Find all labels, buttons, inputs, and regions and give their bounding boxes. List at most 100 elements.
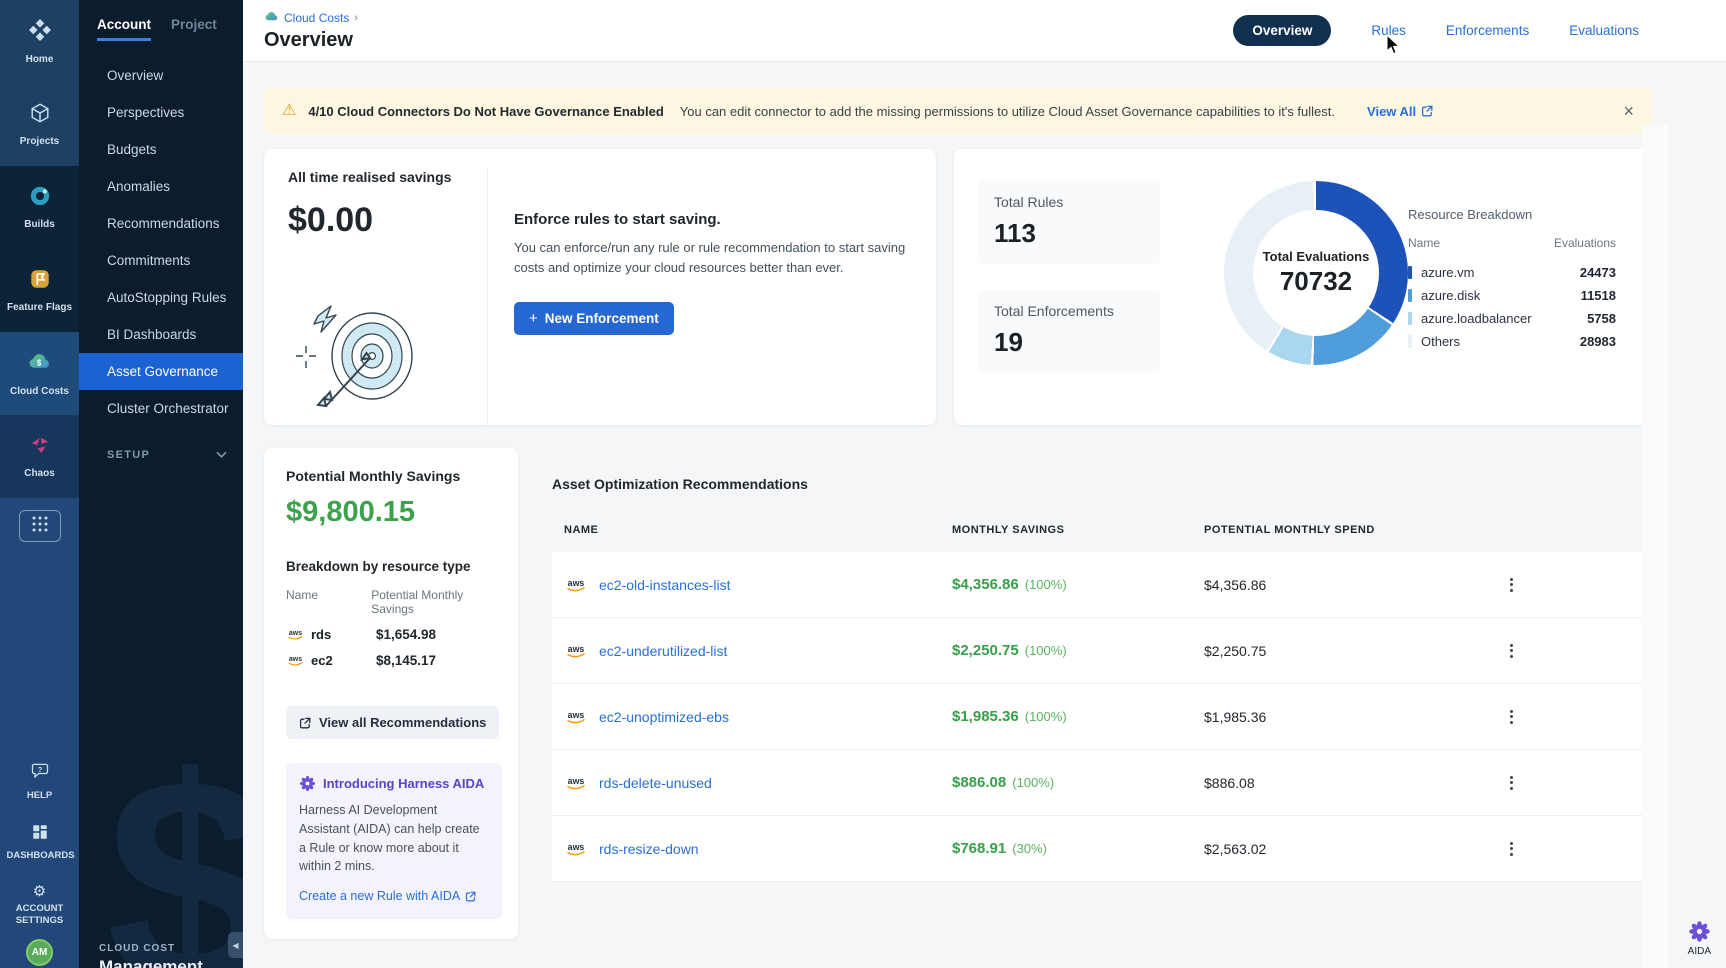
aida-promo-panel: Introducing Harness AIDA Harness AI Deve… — [286, 763, 502, 919]
monthly-savings-value: $886.08 — [952, 774, 1006, 791]
tab-project[interactable]: Project — [171, 17, 217, 41]
sidebar-item-asset-governance[interactable]: Asset Governance — [79, 353, 243, 390]
aws-logo-icon — [564, 709, 588, 725]
recommendation-link[interactable]: ec2-unoptimized-ebs — [599, 709, 729, 725]
total-rules-value: 113 — [994, 218, 1144, 249]
harness-logo-icon — [28, 18, 52, 47]
new-enforcement-label: New Enforcement — [545, 311, 659, 326]
resource-breakdown: Resource Breakdown Name Evaluations azur… — [1408, 173, 1616, 401]
aws-logo-icon — [286, 628, 305, 641]
governance-warning-banner: ⚠ 4/10 Cloud Connectors Do Not Have Gove… — [264, 88, 1652, 134]
rail-label: Cloud Costs — [10, 386, 69, 398]
summary-row: All time realised savings $0.00 — [264, 149, 1652, 425]
sidebar-item-commitments[interactable]: Commitments — [79, 242, 243, 279]
tab-evaluations[interactable]: Evaluations — [1569, 23, 1639, 38]
aida-fab-label: AIDA — [1688, 946, 1711, 957]
potential-spend-value: $2,563.02 — [1204, 841, 1484, 857]
row-menu-kebab-icon[interactable] — [1498, 770, 1524, 796]
potential-spend-value: $1,985.36 — [1204, 709, 1484, 725]
table-row: ec2-old-instances-list $4,356.86 (100%) … — [552, 552, 1652, 618]
sidebar-item-overview[interactable]: Overview — [79, 57, 243, 94]
user-avatar[interactable]: AM — [26, 939, 53, 966]
rail-footer: ? HELP DASHBOARDS ⚙ AC — [7, 739, 73, 968]
tab-enforcements[interactable]: Enforcements — [1446, 23, 1529, 38]
view-all-recommendations-button[interactable]: View all Recommendations — [286, 706, 499, 739]
module-grid-button[interactable] — [19, 510, 61, 542]
new-enforcement-button[interactable]: + New Enforcement — [514, 302, 674, 335]
sidebar-item-recommendations[interactable]: Recommendations — [79, 205, 243, 242]
sidebar-item-autostopping-rules[interactable]: AutoStopping Rules — [79, 279, 243, 316]
resource-type-name: ec2 — [311, 653, 333, 668]
breakdown-name: azure.loadbalancer — [1421, 311, 1532, 326]
recommendation-link[interactable]: rds-delete-unused — [599, 775, 712, 791]
table-row: ec2-unoptimized-ebs $1,985.36 (100%) $1,… — [552, 684, 1652, 750]
monthly-savings-value: $1,985.36 — [952, 708, 1019, 725]
create-rule-with-aida-link[interactable]: Create a new Rule with AIDA — [299, 889, 476, 903]
view-all-recommendations-label: View all Recommendations — [319, 715, 486, 730]
recommendation-link[interactable]: rds-resize-down — [599, 841, 699, 857]
cloud-costs-breadcrumb-icon — [264, 9, 279, 27]
view-all-link[interactable]: View All — [1367, 104, 1433, 119]
breadcrumb[interactable]: Cloud Costs › — [264, 9, 358, 27]
tab-account[interactable]: Account — [97, 17, 151, 41]
external-link-icon — [299, 717, 311, 729]
account-settings-button[interactable]: ⚙ ACCOUNT SETTINGS — [7, 884, 73, 927]
setup-label: SETUP — [107, 449, 150, 461]
total-enforcements-value: 19 — [994, 327, 1144, 358]
rail-item-chaos[interactable]: Chaos — [0, 415, 79, 498]
scope-tabs: Account Project — [79, 0, 243, 49]
tab-rules[interactable]: Rules — [1371, 23, 1406, 38]
rail-item-projects[interactable]: Projects — [0, 83, 79, 166]
breakdown-col-evaluations: Evaluations — [1554, 236, 1616, 250]
aida-fab[interactable]: AIDA — [1688, 920, 1711, 957]
sidebar-item-perspectives[interactable]: Perspectives — [79, 94, 243, 131]
asset-optimization-title: Asset Optimization Recommendations — [552, 476, 1652, 492]
plus-icon: + — [529, 311, 538, 326]
potential-spend-value: $2,250.75 — [1204, 643, 1484, 659]
rail-label: DASHBOARDS — [7, 850, 73, 862]
rail-item-cloud-costs[interactable]: $ Cloud Costs — [0, 332, 79, 415]
recommendation-link[interactable]: ec2-underutilized-list — [599, 643, 727, 659]
sidebar-item-budgets[interactable]: Budgets — [79, 131, 243, 168]
sidebar-item-anomalies[interactable]: Anomalies — [79, 168, 243, 205]
total-rules-tile: Total Rules 113 — [978, 181, 1160, 264]
banner-message: You can edit connector to add the missin… — [680, 104, 1335, 119]
sidebar-item-cluster-orchestrator[interactable]: Cluster Orchestrator — [79, 390, 243, 427]
help-chat-icon: ? — [30, 761, 50, 786]
rail-item-feature-flags[interactable]: Feature Flags — [0, 249, 79, 332]
monthly-savings-value: $4,356.86 — [952, 576, 1019, 593]
breadcrumb-label[interactable]: Cloud Costs — [284, 11, 349, 25]
monthly-savings-value: $2,250.75 — [952, 642, 1019, 659]
sidebar-item-bi-dashboards[interactable]: BI Dashboards — [79, 316, 243, 353]
rail-item-home[interactable]: Home — [0, 0, 79, 83]
aws-logo-icon — [564, 643, 588, 659]
scrollbar-track[interactable] — [1642, 125, 1668, 968]
savings-percent: (100%) — [1025, 709, 1067, 724]
row-menu-kebab-icon[interactable] — [1498, 836, 1524, 862]
resource-type-value: $1,654.98 — [376, 627, 436, 642]
aws-logo-icon — [564, 577, 588, 593]
governance-tabs: Overview Rules Enforcements Evaluations — [1233, 15, 1639, 46]
row-menu-kebab-icon[interactable] — [1498, 704, 1524, 730]
table-row: rds-resize-down $768.91 (30%) $2,563.02 — [552, 816, 1652, 882]
evaluations-stats-card: Total Rules 113 Total Enforcements 19 To… — [954, 149, 1652, 425]
asset-optimization-section: Asset Optimization Recommendations NAME … — [552, 448, 1652, 882]
setup-section-toggle[interactable]: SETUP — [79, 449, 243, 461]
help-button[interactable]: ? HELP — [27, 761, 52, 802]
chevron-down-icon — [216, 449, 227, 461]
sidebar-collapse-button[interactable]: ◀ — [228, 932, 243, 958]
recommendation-link[interactable]: ec2-old-instances-list — [599, 577, 731, 593]
table-row: rds-delete-unused $886.08 (100%) $886.08 — [552, 750, 1652, 816]
breakdown-row: azure.vm 24473 — [1408, 261, 1616, 284]
dashboards-button[interactable]: DASHBOARDS — [7, 823, 73, 862]
banner-close-icon[interactable]: × — [1623, 102, 1634, 120]
legend-chip — [1408, 335, 1412, 348]
gear-icon: ⚙ — [33, 884, 46, 899]
potential-spend-value: $886.08 — [1204, 775, 1484, 791]
external-link-icon — [465, 891, 476, 902]
tab-overview[interactable]: Overview — [1233, 15, 1331, 46]
create-rule-with-aida-label: Create a new Rule with AIDA — [299, 889, 460, 903]
row-menu-kebab-icon[interactable] — [1498, 638, 1524, 664]
rail-item-builds[interactable]: Builds — [0, 166, 79, 249]
row-menu-kebab-icon[interactable] — [1498, 572, 1524, 598]
